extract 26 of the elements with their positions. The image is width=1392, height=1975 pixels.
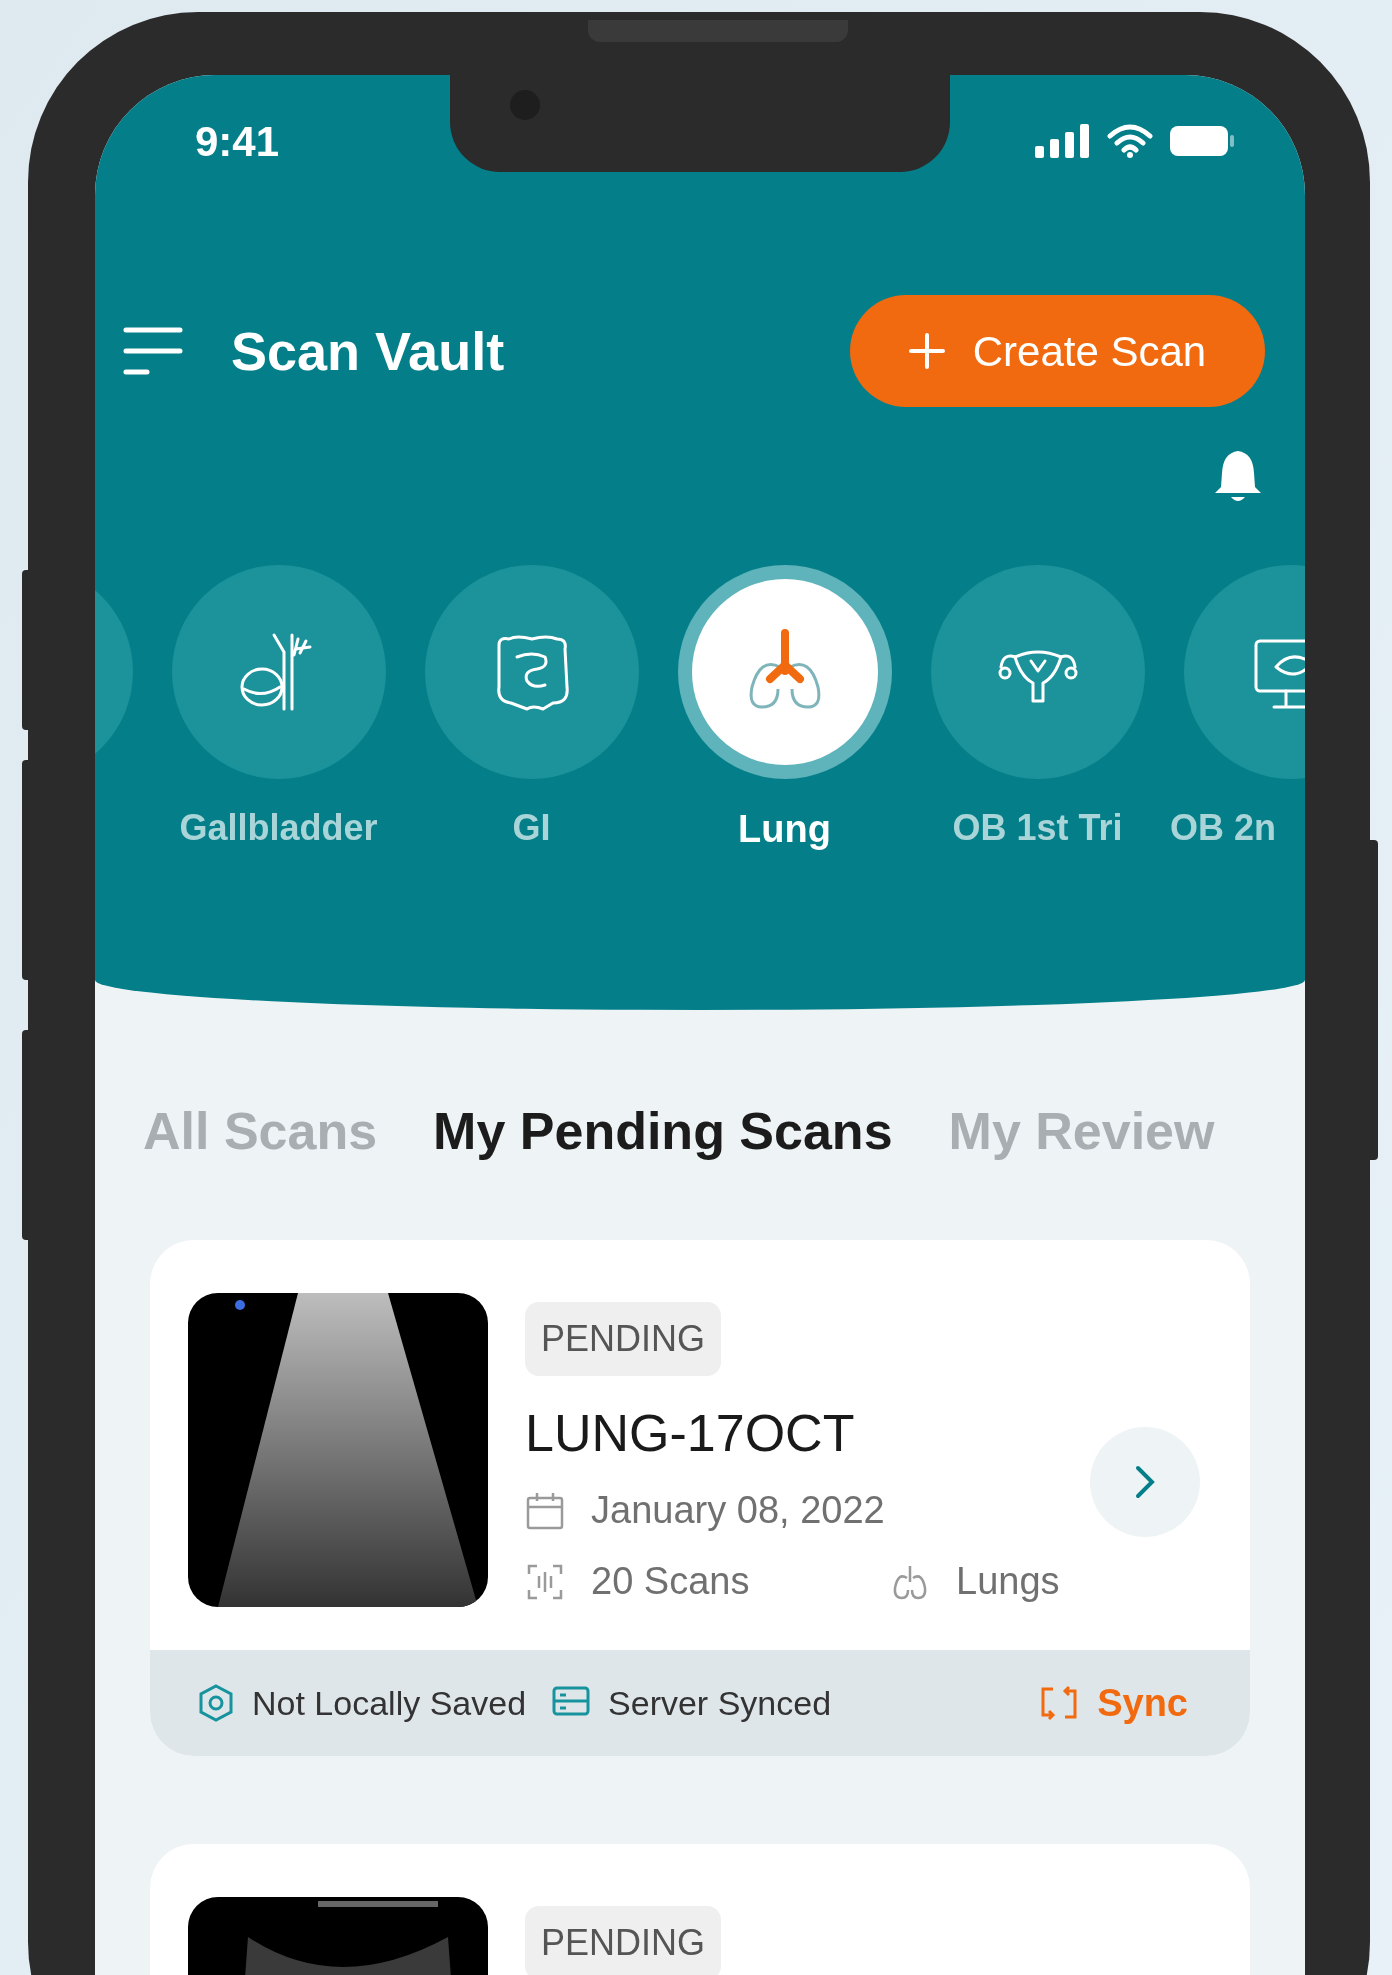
hexagon-icon [198, 1684, 234, 1722]
sync-icon [1039, 1685, 1080, 1721]
signal-icon [1035, 124, 1091, 158]
scan-card[interactable]: PENDING LUNG-17OCT January 08, 2022 20 Scans Lungs Not Locally Saved Server Synced Sync [150, 1240, 1250, 1756]
wifi-icon [1107, 124, 1153, 158]
chevron-right-icon [1133, 1464, 1157, 1500]
tab[interactable]: All Scans [143, 1092, 378, 1170]
status-badge: PENDING [525, 1302, 722, 1376]
plus-icon [908, 333, 945, 369]
battery-icon [1169, 125, 1235, 157]
sync-button[interactable]: Sync [1039, 1674, 1188, 1732]
server-status: Server Synced [608, 1682, 832, 1724]
tab[interactable]: My Review [948, 1092, 1215, 1170]
organ-label: Lungs [956, 1559, 1060, 1604]
calendar-icon [525, 1490, 565, 1531]
local-save-status: Not Locally Saved [252, 1682, 527, 1724]
status-time: 9:41 [195, 116, 280, 167]
scan-count: 20 Scans [591, 1559, 750, 1604]
scan-title: LUNG-17OCT [525, 1403, 856, 1464]
scan-card[interactable]: PENDING [150, 1844, 1250, 1975]
app-title: Scan Vault [231, 319, 505, 383]
scan-date: January 08, 2022 [591, 1488, 885, 1533]
tab[interactable]: My Pending Scans [433, 1092, 893, 1170]
status-badge: PENDING [525, 1906, 722, 1975]
create-scan-button[interactable]: Create Scan [850, 295, 1265, 407]
menu-icon[interactable] [123, 326, 183, 376]
